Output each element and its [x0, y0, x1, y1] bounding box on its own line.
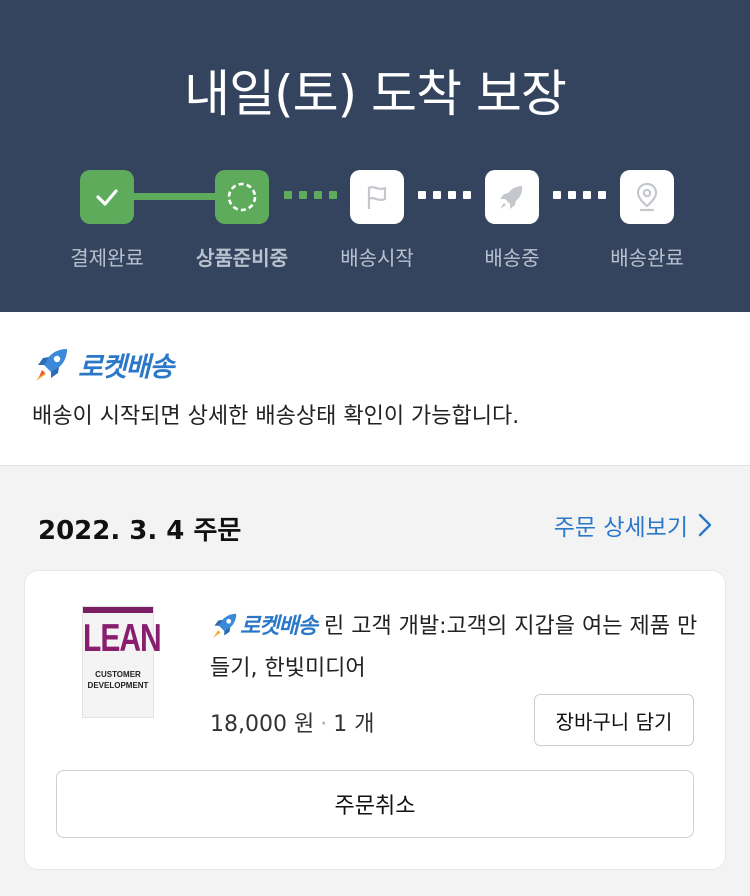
rocket-delivery-label: 로켓배송 [78, 351, 174, 383]
rocket-delivery-badge: 로켓배송 [240, 614, 318, 639]
order-detail-label: 주문 상세보기 [553, 515, 688, 541]
step-delivered [620, 170, 674, 224]
flag-icon [367, 186, 387, 209]
delivery-guarantee-title: 내일(토) 도착 보장 [184, 65, 567, 123]
progress-connector-done [132, 193, 218, 200]
step-label: 배송시작 [340, 246, 414, 270]
location-pin-icon [636, 182, 658, 212]
check-icon [96, 189, 118, 206]
order-detail-link[interactable]: 주문 상세보기 [554, 508, 712, 542]
progress-connector-pending [418, 191, 471, 199]
step-label: 배송중 [484, 246, 540, 270]
step-shipping-start [350, 170, 404, 224]
rocket-delivery-card [0, 312, 750, 466]
price-quantity: 18,000 원 · 1 개 [210, 706, 374, 738]
book-cover-subtitle: CUSTOMER DEVELOPMENT [87, 670, 149, 690]
product-title[interactable]: 로켓배송 린 고객 개발:고객의 지갑을 여는 제품 만들기, 한빛미디어 [210, 606, 700, 690]
rocket-icon [36, 349, 67, 381]
shipping-status-header: 내일(토) 도착 보장 결제완료 상품준비중 배송시작 배송중 배송완료 [0, 0, 750, 312]
separator-dot: · [320, 712, 328, 737]
spinner-icon [227, 182, 257, 212]
rocket-delivery-description: 배송이 시작되면 상세한 배송상태 확인이 가능합니다. [32, 404, 520, 429]
book-cover-title: LEAN [83, 617, 162, 660]
progress-connector-pending [553, 191, 606, 199]
rocket-delivery-brand: 로켓배송 [32, 344, 174, 384]
step-payment-complete [80, 170, 134, 224]
step-label-current: 상품준비중 [196, 246, 288, 270]
step-in-transit [485, 170, 539, 224]
cancel-order-button[interactable]: 주문취소 [56, 770, 694, 838]
rocket-icon [213, 613, 237, 638]
step-label: 배송완료 [610, 246, 684, 270]
product-quantity: 1 개 [333, 712, 375, 737]
progress-connector-active [284, 191, 337, 199]
order-date: 2022. 3. 4 주문 [38, 516, 242, 546]
rocket-icon [500, 186, 523, 209]
add-to-cart-button[interactable]: 장바구니 담기 [534, 694, 694, 746]
step-preparing [215, 170, 269, 224]
step-label: 결제완료 [70, 246, 144, 270]
product-thumbnail[interactable]: LEAN CUSTOMER DEVELOPMENT [82, 606, 162, 718]
chevron-right-icon [698, 513, 712, 537]
product-price: 18,000 원 [210, 712, 315, 737]
